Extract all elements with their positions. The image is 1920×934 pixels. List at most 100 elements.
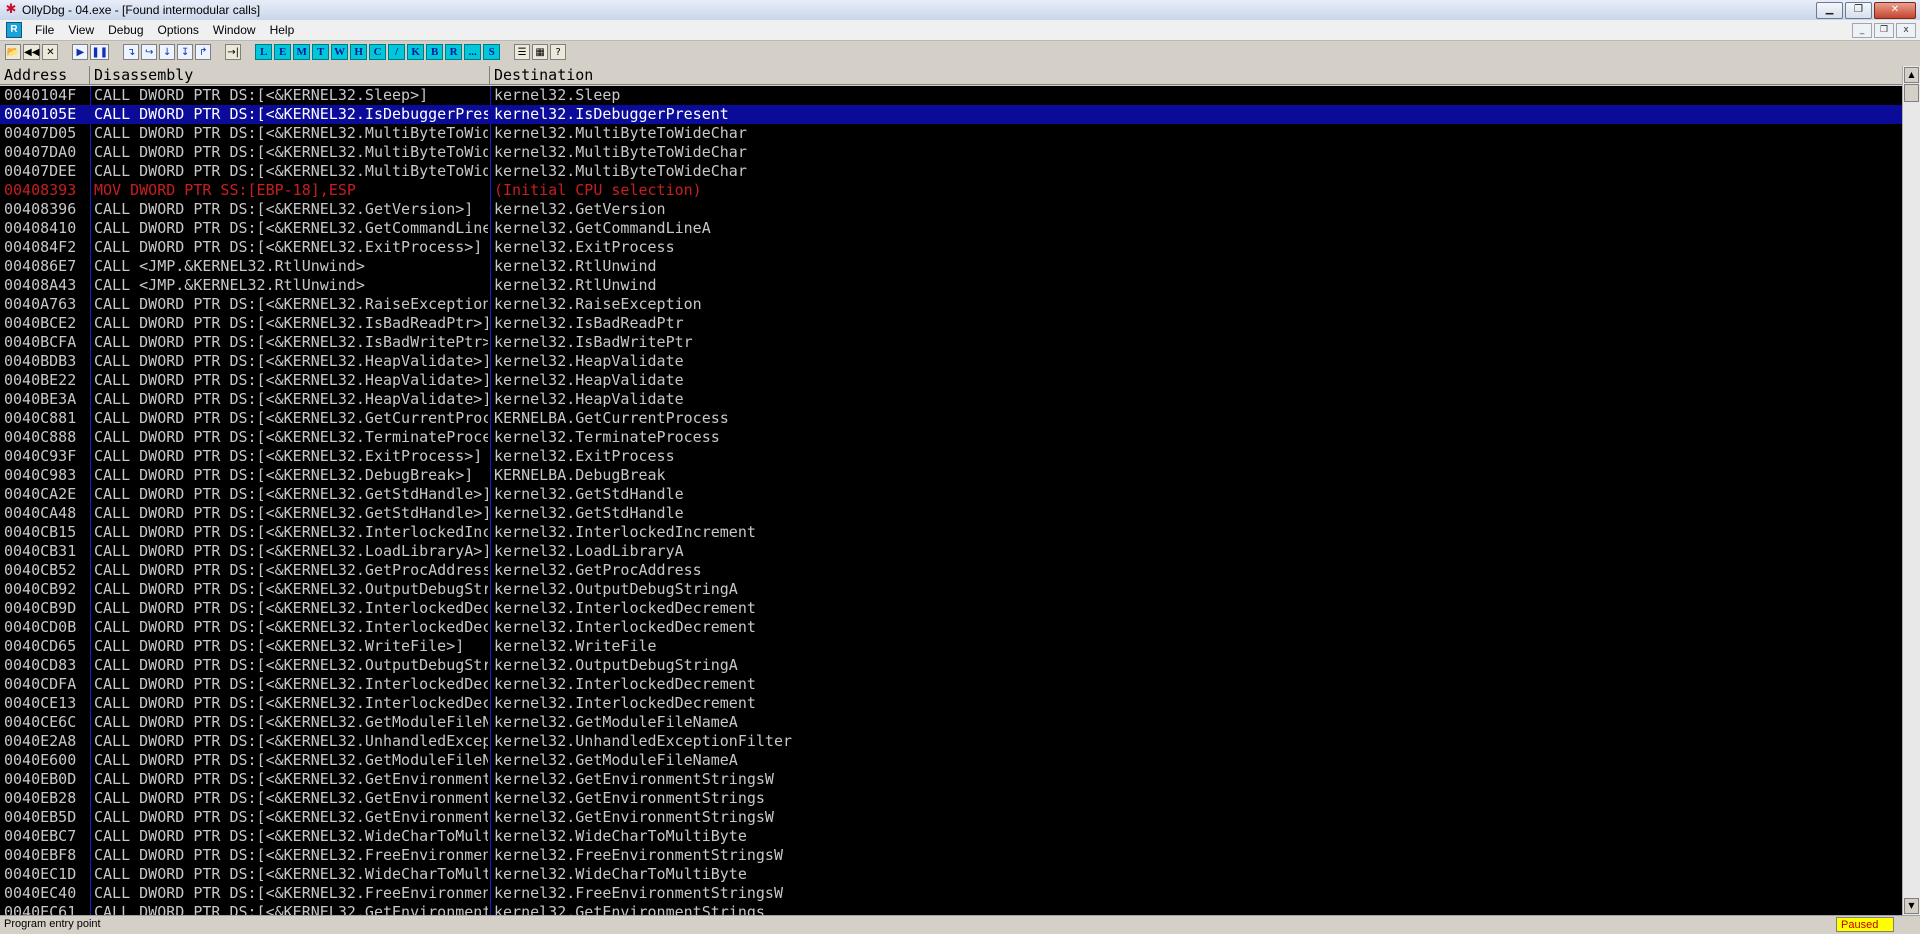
- destination-cell: kernel32.OutputDebugStringA: [494, 656, 738, 674]
- table-row[interactable]: 0040A763 CALL DWORD PTR DS:[<&KERNEL32.Ra…: [0, 295, 1902, 314]
- table-row[interactable]: 00407DA0 CALL DWORD PTR DS:[<&KERNEL32.Mu…: [0, 143, 1902, 162]
- table-row[interactable]: 0040BE3A CALL DWORD PTR DS:[<&KERNEL32.He…: [0, 390, 1902, 409]
- table-row[interactable]: 0040104F CALL DWORD PTR DS:[<&KERNEL32.Sl…: [0, 86, 1902, 105]
- table-row[interactable]: 00408393 MOV DWORD PTR SS:[EBP-18],ESP (In…: [0, 181, 1902, 200]
- table-row[interactable]: 0040CB31 CALL DWORD PTR DS:[<&KERNEL32.Lo…: [0, 542, 1902, 561]
- menu-view[interactable]: View: [61, 23, 101, 37]
- step-over-icon[interactable]: ↪: [141, 44, 158, 60]
- table-row[interactable]: 00408410 CALL DWORD PTR DS:[<&KERNEL32.Ge…: [0, 219, 1902, 238]
- table-row[interactable]: 0040C881 CALL DWORD PTR DS:[<&KERNEL32.Ge…: [0, 409, 1902, 428]
- table-row[interactable]: 0040EBF8 CALL DWORD PTR DS:[<&KERNEL32.Fr…: [0, 846, 1902, 865]
- scroll-down-arrow-icon[interactable]: ▼: [1904, 898, 1919, 914]
- table-row[interactable]: 0040C93F CALL DWORD PTR DS:[<&KERNEL32.Ex…: [0, 447, 1902, 466]
- table-row[interactable]: 0040CD0B CALL DWORD PTR DS:[<&KERNEL32.In…: [0, 618, 1902, 637]
- header-disassembly[interactable]: Disassembly: [90, 66, 490, 85]
- close-button[interactable]: ✕: [1874, 2, 1916, 19]
- table-row[interactable]: 0040EB28 CALL DWORD PTR DS:[<&KERNEL32.Ge…: [0, 789, 1902, 808]
- table-row[interactable]: 0040BDB3 CALL DWORD PTR DS:[<&KERNEL32.He…: [0, 352, 1902, 371]
- table-row[interactable]: 0040EC40 CALL DWORD PTR DS:[<&KERNEL32.Fr…: [0, 884, 1902, 903]
- table-row[interactable]: 00408396 CALL DWORD PTR DS:[<&KERNEL32.Ge…: [0, 200, 1902, 219]
- pause-icon[interactable]: ❚❚: [90, 44, 110, 60]
- disassembly-cell: CALL DWORD PTR DS:[<&KERNEL32.Interlocke…: [94, 523, 488, 541]
- close-program-icon[interactable]: ✕: [42, 44, 59, 60]
- table-row[interactable]: 0040CDFA CALL DWORD PTR DS:[<&KERNEL32.In…: [0, 675, 1902, 694]
- status-message: Program entry point: [4, 918, 101, 930]
- table-row[interactable]: 0040EB5D CALL DWORD PTR DS:[<&KERNEL32.Ge…: [0, 808, 1902, 827]
- menu-file[interactable]: File: [28, 23, 61, 37]
- windows-window-button[interactable]: W: [331, 44, 349, 60]
- table-row[interactable]: 0040EB0D CALL DWORD PTR DS:[<&KERNEL32.Ge…: [0, 770, 1902, 789]
- mdi-restore-button[interactable]: ❐: [1874, 23, 1894, 38]
- cpu-window-button[interactable]: C: [369, 44, 387, 60]
- table-row[interactable]: 0040CB92 CALL DWORD PTR DS:[<&KERNEL32.Ou…: [0, 580, 1902, 599]
- table-row[interactable]: 00407D05 CALL DWORD PTR DS:[<&KERNEL32.Mu…: [0, 124, 1902, 143]
- menu-window[interactable]: Window: [206, 23, 263, 37]
- trace-over-icon[interactable]: ↧: [177, 44, 194, 60]
- threads-window-button[interactable]: T: [312, 44, 330, 60]
- table-row[interactable]: 0040105E CALL DWORD PTR DS:[<&KERNEL32.Is…: [0, 105, 1902, 124]
- trace-into-icon[interactable]: ↓: [159, 44, 176, 60]
- run-icon[interactable]: ▶: [72, 44, 89, 60]
- table-row[interactable]: 004084F2 CALL DWORD PTR DS:[<&KERNEL32.Ex…: [0, 238, 1902, 257]
- intermodular-calls-list[interactable]: 0040104F CALL DWORD PTR DS:[<&KERNEL32.Sl…: [0, 86, 1902, 915]
- log-window-button[interactable]: L: [255, 44, 273, 60]
- table-row[interactable]: 0040C983 CALL DWORD PTR DS:[<&KERNEL32.De…: [0, 466, 1902, 485]
- disassembly-cell: CALL DWORD PTR DS:[<&KERNEL32.RaiseExcep…: [94, 295, 488, 313]
- source-window-button[interactable]: S: [483, 44, 501, 60]
- appearance-list-icon[interactable]: ☰: [514, 44, 531, 60]
- menu-help[interactable]: Help: [263, 23, 302, 37]
- header-address[interactable]: Address: [0, 66, 90, 85]
- table-row[interactable]: 0040CB15 CALL DWORD PTR DS:[<&KERNEL32.In…: [0, 523, 1902, 542]
- restart-icon[interactable]: ◀◀: [23, 44, 41, 60]
- table-row[interactable]: 0040EC61 CALL DWORD PTR DS:[<&KERNEL32.Ge…: [0, 903, 1902, 915]
- step-into-icon[interactable]: ↴: [123, 44, 140, 60]
- execute-till-return-icon[interactable]: ↱: [195, 44, 212, 60]
- restore-button[interactable]: ❐: [1845, 2, 1872, 19]
- menu-options[interactable]: Options: [151, 23, 206, 37]
- mdi-child-icon[interactable]: R: [6, 22, 22, 38]
- scroll-up-arrow-icon[interactable]: ▲: [1904, 67, 1919, 83]
- options-grid-icon[interactable]: ▦: [532, 44, 549, 60]
- destination-cell: kernel32.GetModuleFileNameA: [494, 751, 738, 769]
- destination-cell: kernel32.FreeEnvironmentStringsW: [494, 884, 783, 902]
- table-row[interactable]: 0040C888 CALL DWORD PTR DS:[<&KERNEL32.Te…: [0, 428, 1902, 447]
- table-row[interactable]: 0040CB52 CALL DWORD PTR DS:[<&KERNEL32.Ge…: [0, 561, 1902, 580]
- open-icon[interactable]: 📂: [5, 44, 21, 60]
- disassembly-cell: CALL DWORD PTR DS:[<&KERNEL32.DebugBreak…: [94, 466, 474, 484]
- table-row[interactable]: 0040EC1D CALL DWORD PTR DS:[<&KERNEL32.Wi…: [0, 865, 1902, 884]
- minimize-button[interactable]: ▁: [1816, 2, 1843, 19]
- memory-window-button[interactable]: M: [293, 44, 311, 60]
- patches-window-button[interactable]: /: [388, 44, 406, 60]
- table-row[interactable]: 0040CE13 CALL DWORD PTR DS:[<&KERNEL32.In…: [0, 694, 1902, 713]
- table-row[interactable]: 0040CB9D CALL DWORD PTR DS:[<&KERNEL32.In…: [0, 599, 1902, 618]
- table-row[interactable]: 0040CA2E CALL DWORD PTR DS:[<&KERNEL32.Ge…: [0, 485, 1902, 504]
- table-row[interactable]: 00408A43 CALL <JMP.&KERNEL32.RtlUnwind> ke…: [0, 276, 1902, 295]
- destination-cell: kernel32.RtlUnwind: [494, 276, 657, 294]
- table-row[interactable]: 0040E2A8 CALL DWORD PTR DS:[<&KERNEL32.Un…: [0, 732, 1902, 751]
- table-row[interactable]: 0040BCFA CALL DWORD PTR DS:[<&KERNEL32.Is…: [0, 333, 1902, 352]
- breakpoints-window-button[interactable]: B: [426, 44, 444, 60]
- goto-icon[interactable]: →|: [225, 44, 242, 60]
- run-trace-window-button[interactable]: ...: [464, 44, 482, 60]
- call-stack-window-button[interactable]: K: [407, 44, 425, 60]
- scroll-thumb[interactable]: [1904, 84, 1919, 102]
- table-row[interactable]: 0040BE22 CALL DWORD PTR DS:[<&KERNEL32.He…: [0, 371, 1902, 390]
- mdi-minimize-button[interactable]: _: [1852, 23, 1872, 38]
- header-destination[interactable]: Destination: [490, 66, 1902, 85]
- table-row[interactable]: 0040CE6C CALL DWORD PTR DS:[<&KERNEL32.Ge…: [0, 713, 1902, 732]
- vertical-scrollbar[interactable]: ▲ ▼: [1902, 66, 1920, 915]
- table-row[interactable]: 0040EBC7 CALL DWORD PTR DS:[<&KERNEL32.Wi…: [0, 827, 1902, 846]
- table-row[interactable]: 0040CA48 CALL DWORD PTR DS:[<&KERNEL32.Ge…: [0, 504, 1902, 523]
- references-window-button[interactable]: R: [445, 44, 463, 60]
- mdi-close-button[interactable]: x: [1896, 23, 1916, 38]
- table-row[interactable]: 004086E7 CALL <JMP.&KERNEL32.RtlUnwind> ke…: [0, 257, 1902, 276]
- handles-window-button[interactable]: H: [350, 44, 368, 60]
- modules-window-button[interactable]: E: [274, 44, 292, 60]
- table-row[interactable]: 0040CD65 CALL DWORD PTR DS:[<&KERNEL32.Wr…: [0, 637, 1902, 656]
- table-row[interactable]: 0040BCE2 CALL DWORD PTR DS:[<&KERNEL32.Is…: [0, 314, 1902, 333]
- table-row[interactable]: 00407DEE CALL DWORD PTR DS:[<&KERNEL32.Mu…: [0, 162, 1902, 181]
- table-row[interactable]: 0040E600 CALL DWORD PTR DS:[<&KERNEL32.Ge…: [0, 751, 1902, 770]
- help-icon[interactable]: ?: [550, 44, 567, 60]
- table-row[interactable]: 0040CD83 CALL DWORD PTR DS:[<&KERNEL32.Ou…: [0, 656, 1902, 675]
- menu-debug[interactable]: Debug: [101, 23, 150, 37]
